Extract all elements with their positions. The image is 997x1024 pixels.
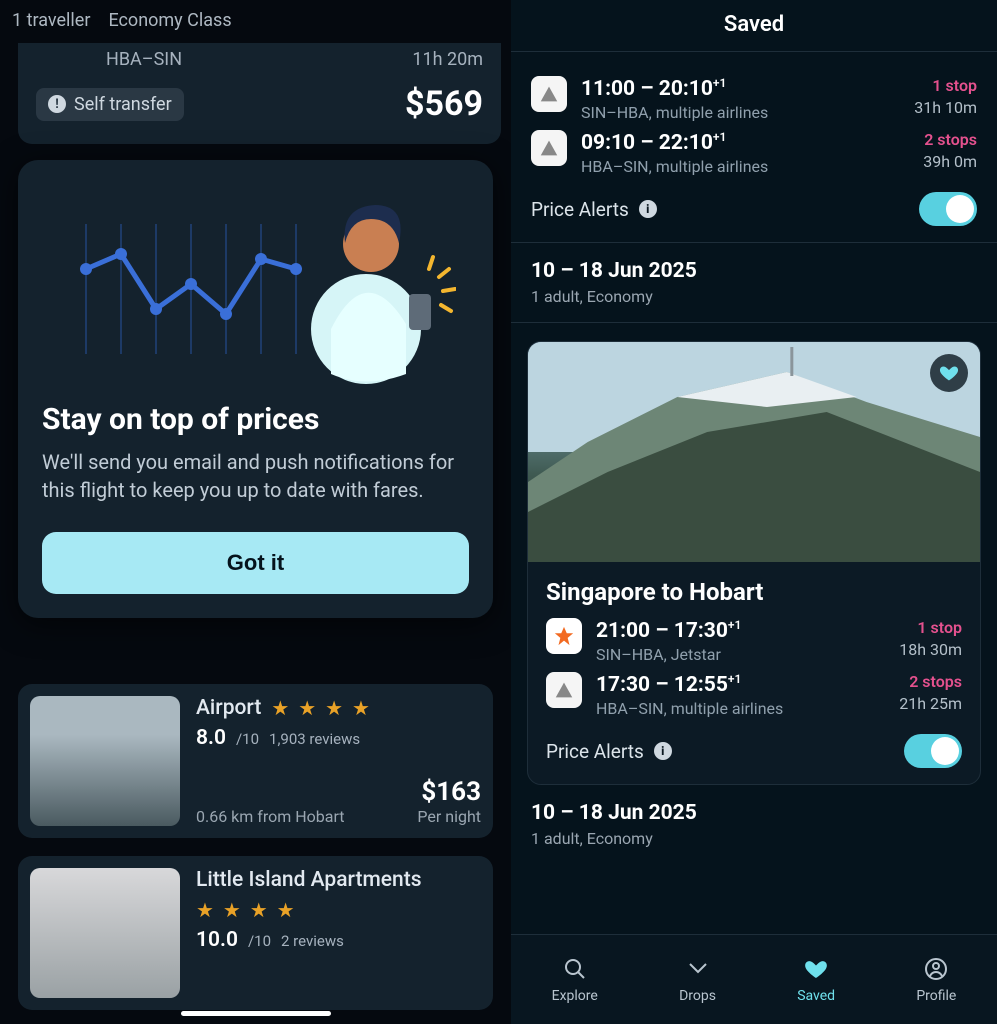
- dialog-illustration: [42, 184, 469, 384]
- flight-leg: 21:00 – 17:30+1 SIN–HBA, Jetstar 1 stop …: [528, 618, 980, 664]
- cabin-filter[interactable]: Economy Class: [108, 6, 231, 35]
- leg-duration: 31h 10m: [914, 98, 977, 117]
- warning-icon: !: [48, 95, 66, 113]
- flight-leg: 09:10 – 22:10+1 HBA–SIN, multiple airlin…: [531, 130, 977, 176]
- favorite-button[interactable]: [930, 354, 968, 392]
- leg-stops: 2 stops: [899, 672, 962, 691]
- price-alerts-label: Price Alerts: [531, 198, 629, 221]
- flight-result-card[interactable]: HBA–SIN 11h 20m ! Self transfer $569: [18, 43, 501, 144]
- leg-stops: 1 stop: [899, 618, 962, 637]
- tab-label: Drops: [679, 988, 716, 1004]
- flight-leg: 17:30 – 12:55+1 HBA–SIN, multiple airlin…: [528, 672, 980, 718]
- airline-icon: [531, 130, 567, 166]
- info-icon[interactable]: i: [639, 200, 657, 218]
- home-indicator: [181, 1011, 331, 1016]
- saved-card-1[interactable]: Singapore to Hobart 21:00 – 17:30+1 SIN–…: [527, 341, 981, 785]
- hotel-name: Airport: [196, 696, 261, 720]
- hotel-rating: 10.0: [196, 928, 238, 952]
- leg-stops: 1 stop: [914, 76, 977, 95]
- got-it-button[interactable]: Got it: [42, 532, 469, 594]
- dialog-title: Stay on top of prices: [42, 402, 469, 437]
- profile-icon: [923, 956, 949, 982]
- star-rating-icons: ★ ★ ★ ★: [271, 696, 372, 720]
- right-pane: Saved 11:00 – 20:10+1 SIN–HBA, multiple …: [511, 0, 997, 1024]
- route-code: HBA–SIN: [106, 49, 182, 70]
- heart-icon: [803, 956, 829, 982]
- tab-explore[interactable]: Explore: [552, 956, 598, 1004]
- leg-sub: SIN–HBA, multiple airlines: [581, 103, 900, 122]
- star-rating-icons: ★ ★ ★ ★: [196, 898, 481, 922]
- dialog-body: We'll send you email and push notificati…: [42, 449, 469, 504]
- airline-icon: [531, 76, 567, 112]
- airline-icon-jetstar: [546, 618, 582, 654]
- self-transfer-label: Self transfer: [74, 94, 172, 115]
- page-title: Saved: [511, 0, 997, 52]
- hotel-card-1[interactable]: Little Island Apartments ★ ★ ★ ★ 10.0/10…: [18, 856, 493, 1010]
- price-alerts-toggle[interactable]: [904, 734, 962, 768]
- price-alerts-label: Price Alerts: [546, 740, 644, 763]
- rating-of: /10: [236, 730, 259, 748]
- flight-leg: 11:00 – 20:10+1 SIN–HBA, multiple airlin…: [531, 76, 977, 122]
- pax-filter[interactable]: 1 traveller: [12, 6, 90, 35]
- hotel-price: $163: [417, 777, 481, 807]
- leg-times: 09:10 – 22:10+1: [581, 130, 909, 155]
- bottom-tab-bar: Explore Drops Saved Profile: [511, 934, 997, 1024]
- leg-times: 11:00 – 20:10+1: [581, 76, 900, 101]
- hotel-price-per: Per night: [417, 807, 481, 826]
- heart-outline-icon: [685, 956, 711, 982]
- leg-duration: 18h 30m: [899, 640, 962, 659]
- hotel-thumb: [30, 868, 180, 998]
- trip-pax: 1 adult, Economy: [531, 829, 977, 848]
- hotel-thumb: [30, 696, 180, 826]
- leg-sub: HBA–SIN, multiple airlines: [596, 699, 885, 718]
- leg-sub: SIN–HBA, Jetstar: [596, 645, 885, 664]
- trip-dates: 10 – 18 Jun 2025: [531, 259, 977, 283]
- hotel-name: Little Island Apartments: [196, 868, 422, 892]
- flight-price: $569: [405, 84, 483, 124]
- tab-label: Saved: [797, 988, 835, 1004]
- self-transfer-badge: ! Self transfer: [36, 88, 184, 121]
- saved-meta: 10 – 18 Jun 2025 1 adult, Economy: [511, 243, 997, 323]
- tab-label: Explore: [552, 988, 598, 1004]
- saved-meta: 10 – 18 Jun 2025 1 adult, Economy: [511, 785, 997, 854]
- tab-drops[interactable]: Drops: [679, 956, 716, 1004]
- tab-saved[interactable]: Saved: [797, 956, 835, 1004]
- airline-icon: [546, 672, 582, 708]
- trip-pax: 1 adult, Economy: [531, 287, 977, 306]
- left-pane: 1 traveller Economy Class HBA–SIN 11h 20…: [0, 0, 511, 1024]
- search-icon: [562, 956, 588, 982]
- route-title: Singapore to Hobart: [528, 562, 980, 610]
- price-alerts-toggle[interactable]: [919, 192, 977, 226]
- filters-bar: 1 traveller Economy Class: [0, 0, 511, 41]
- leg-duration: 21h 25m: [899, 694, 962, 713]
- hotel-card-0[interactable]: Airport ★ ★ ★ ★ 8.0/10 1,903 reviews 0.6…: [18, 684, 493, 838]
- leg-sub: HBA–SIN, multiple airlines: [581, 157, 909, 176]
- leg-times: 17:30 – 12:55+1: [596, 672, 885, 697]
- rating-of: /10: [248, 932, 271, 950]
- trip-dates: 10 – 18 Jun 2025: [531, 801, 977, 825]
- route-line: HBA–SIN 11h 20m: [36, 49, 483, 70]
- hotel-rating: 8.0: [196, 726, 226, 750]
- tab-profile[interactable]: Profile: [916, 956, 956, 1004]
- review-count: 1,903 reviews: [269, 730, 360, 748]
- review-count: 2 reviews: [281, 932, 344, 950]
- flight-duration: 11h 20m: [412, 49, 483, 70]
- saved-card-0[interactable]: 11:00 – 20:10+1 SIN–HBA, multiple airlin…: [511, 52, 997, 243]
- leg-duration: 39h 0m: [923, 152, 977, 171]
- hotel-distance: 0.66 km from Hobart: [196, 807, 345, 826]
- tab-label: Profile: [916, 988, 956, 1004]
- leg-stops: 2 stops: [923, 130, 977, 149]
- price-alert-dialog: Stay on top of prices We'll send you ema…: [18, 160, 493, 618]
- info-icon[interactable]: i: [654, 742, 672, 760]
- leg-times: 21:00 – 17:30+1: [596, 618, 885, 643]
- route-hero-image: [528, 342, 980, 562]
